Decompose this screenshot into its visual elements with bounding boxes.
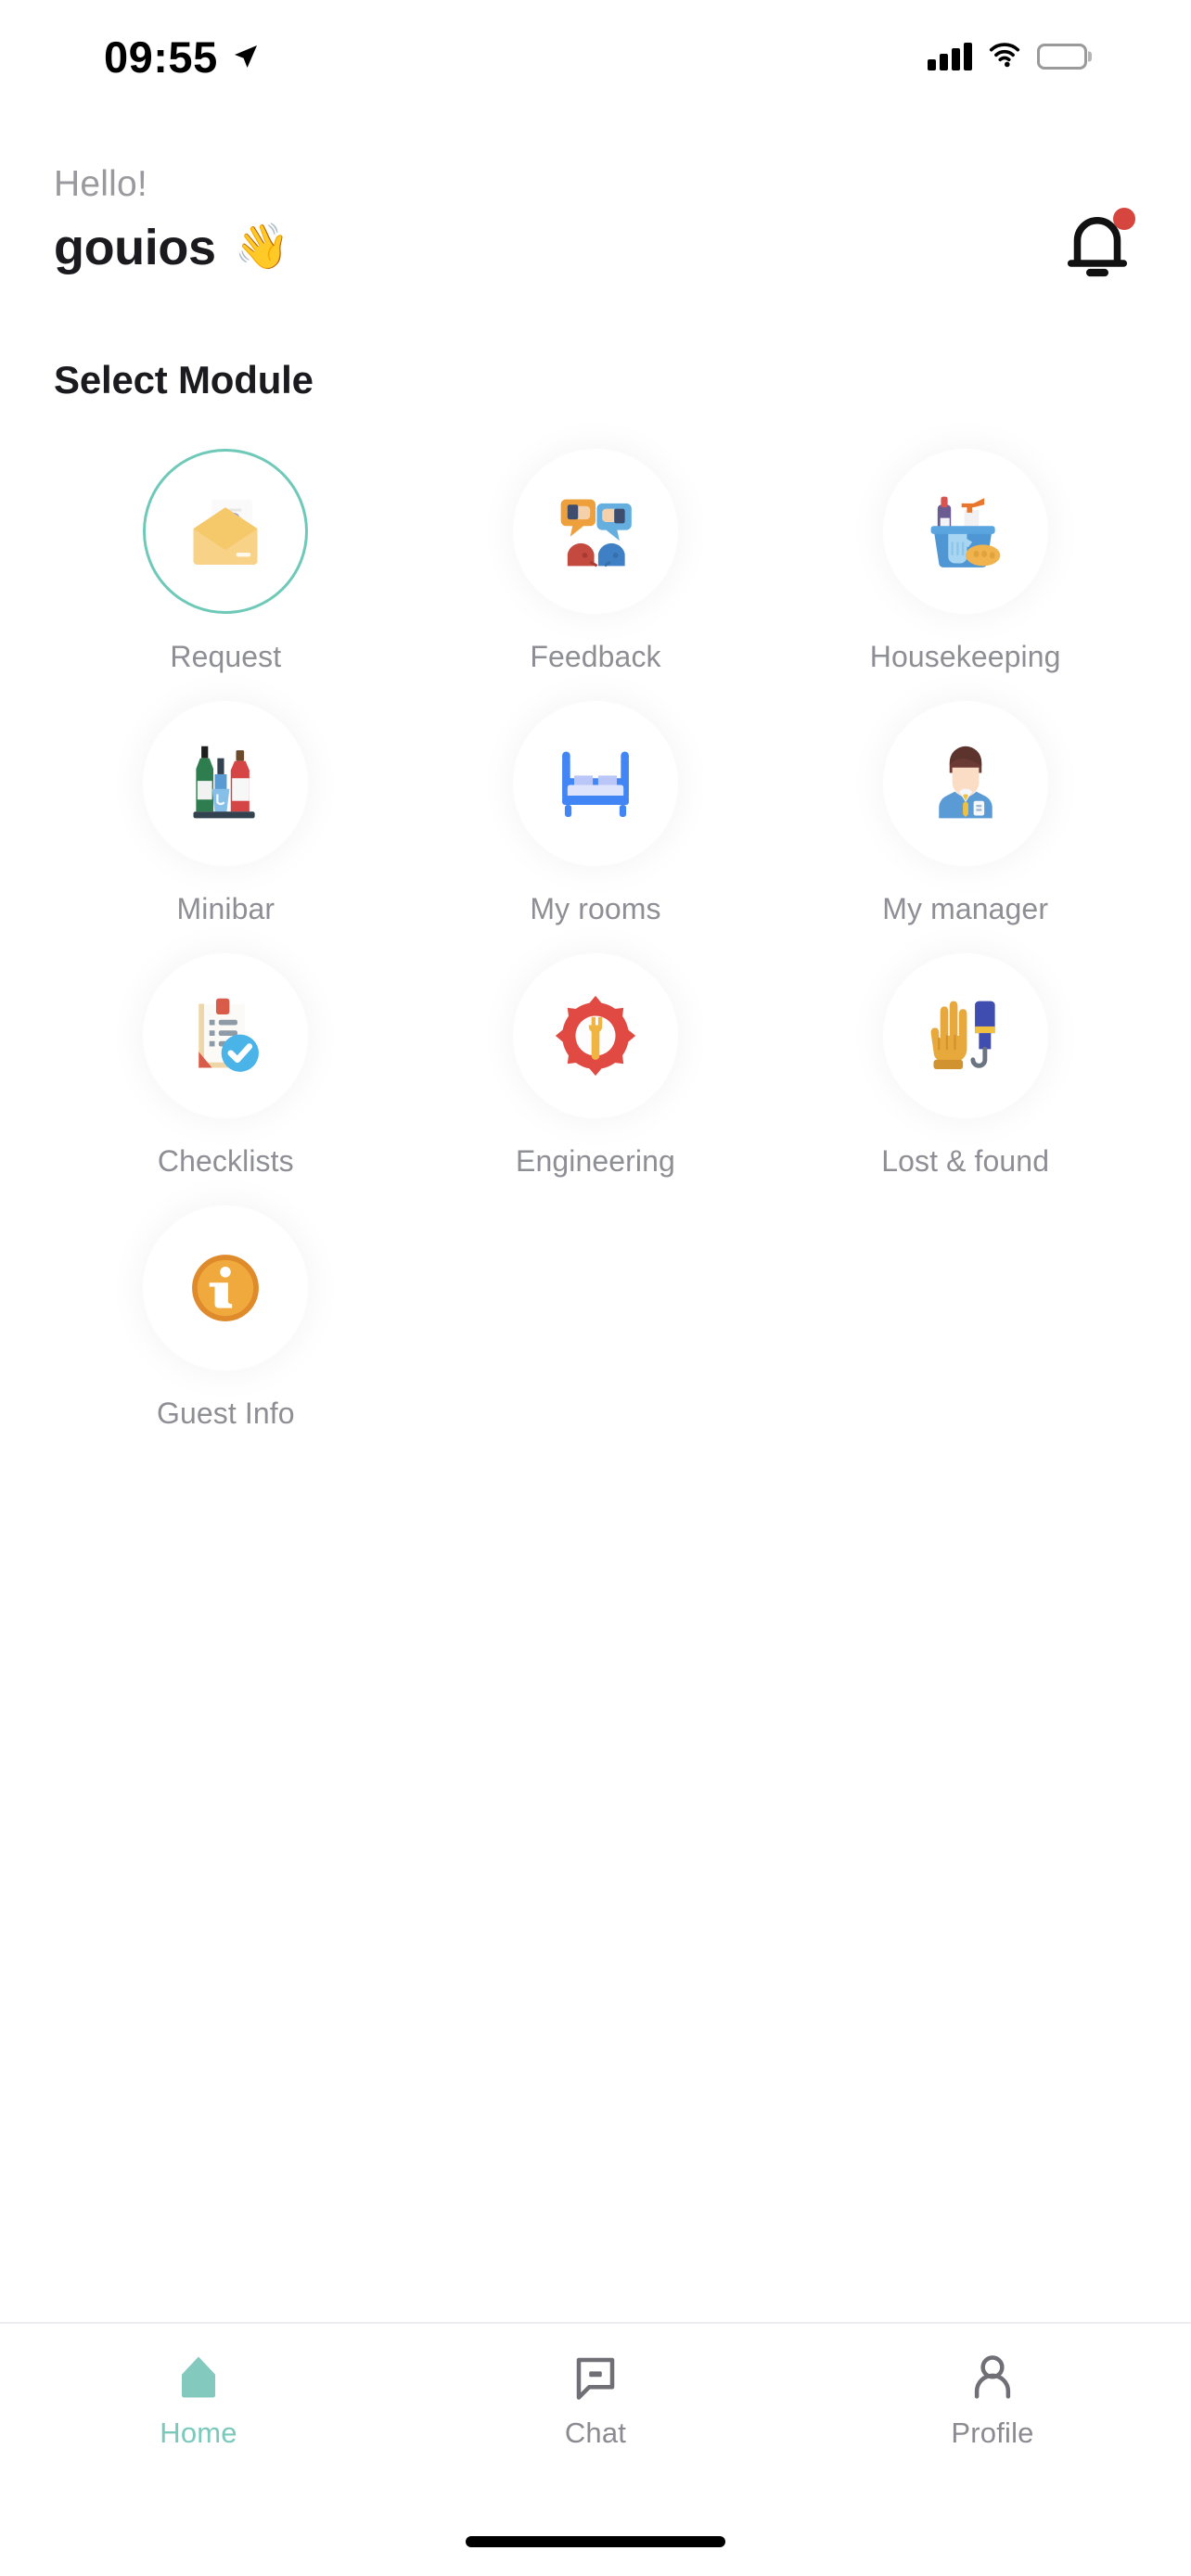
greeting-hello: Hello! [54,164,147,204]
gear-wrench-icon [555,995,636,1077]
module-request-circle: ? [143,449,309,614]
module-feedback-circle [512,449,678,614]
home-indicator-area [0,2507,1191,2576]
module-request-label: Request [170,640,282,673]
module-engineering[interactable]: Engineering [411,953,781,1205]
status-bar-left: 09:55 [0,35,261,79]
tab-profile-label: Profile [951,2417,1034,2449]
module-housekeeping-circle [882,449,1048,614]
module-minibar-circle [143,701,309,866]
feedback-people-icon [560,499,632,567]
module-minibar-label: Minibar [176,892,275,925]
bottom-tab-bar: Home Chat Profile [0,2322,1191,2507]
module-request[interactable]: ? Request [41,449,411,701]
tab-home[interactable]: Home [0,2352,397,2450]
profile-icon [967,2352,1018,2402]
module-my-rooms[interactable]: My rooms [411,701,781,953]
tab-profile[interactable]: Profile [794,2352,1191,2450]
module-engineering-circle [512,953,678,1118]
module-checklists-circle [143,953,309,1118]
app-screen: 09:55 Hello! gouios 👋 Select Module Requ… [0,0,1191,2576]
envelope-question-icon: ? [193,499,258,565]
status-bar: 09:55 [0,0,1191,100]
waving-hand-icon: 👋 [234,223,290,273]
battery-icon [1037,44,1087,70]
module-my-rooms-circle [512,701,678,866]
chat-icon [570,2352,621,2402]
home-icon [173,2352,224,2402]
module-housekeeping-label: Housekeeping [869,640,1061,673]
manager-person-icon [938,746,992,819]
cellular-signal-icon [928,43,972,70]
location-arrow-icon [231,42,261,71]
tab-home-label: Home [160,2417,237,2449]
module-minibar[interactable]: Minibar [41,701,411,953]
notification-bell-button[interactable] [1057,206,1137,286]
username-row: gouios 👋 [54,222,289,274]
wifi-icon [989,42,1020,72]
module-housekeeping[interactable]: Housekeeping [780,449,1150,701]
notification-badge-dot [1113,208,1135,230]
greeting-text-block: Hello! gouios 👋 [54,164,289,274]
module-lost-found[interactable]: Lost & found [780,953,1150,1205]
bed-icon [562,751,629,817]
module-my-rooms-label: My rooms [530,892,661,925]
glove-umbrella-icon [930,1001,995,1069]
bottles-icon [193,746,255,819]
module-my-manager[interactable]: My manager [780,701,1150,953]
module-feedback-label: Feedback [530,640,661,673]
section-title: Select Module [54,358,314,402]
status-bar-right [928,42,1137,72]
module-my-manager-circle [882,701,1048,866]
module-lost-found-label: Lost & found [881,1144,1050,1178]
module-feedback[interactable]: Feedback [411,449,781,701]
module-checklists-label: Checklists [157,1144,294,1178]
username-label: gouios [54,219,216,275]
module-checklists[interactable]: Checklists [41,953,411,1205]
tab-chat-label: Chat [564,2417,627,2449]
module-lost-found-circle [882,953,1048,1118]
module-engineering-label: Engineering [516,1144,675,1178]
status-bar-clock: 09:55 [104,32,218,82]
home-indicator[interactable] [466,2536,725,2547]
module-guest-info-label: Guest Info [157,1396,295,1430]
cleaning-bucket-icon [930,496,1001,567]
info-circle-icon [192,1255,260,1321]
bell-icon [1057,217,1137,289]
clipboard-check-icon [198,998,260,1072]
module-guest-info-circle [143,1205,309,1371]
module-guest-info[interactable]: Guest Info [41,1205,411,1458]
module-grid: ? Request [0,402,1191,2322]
tab-chat[interactable]: Chat [397,2352,794,2450]
module-my-manager-label: My manager [882,892,1049,925]
greeting-header: Hello! gouios 👋 [0,100,1191,286]
